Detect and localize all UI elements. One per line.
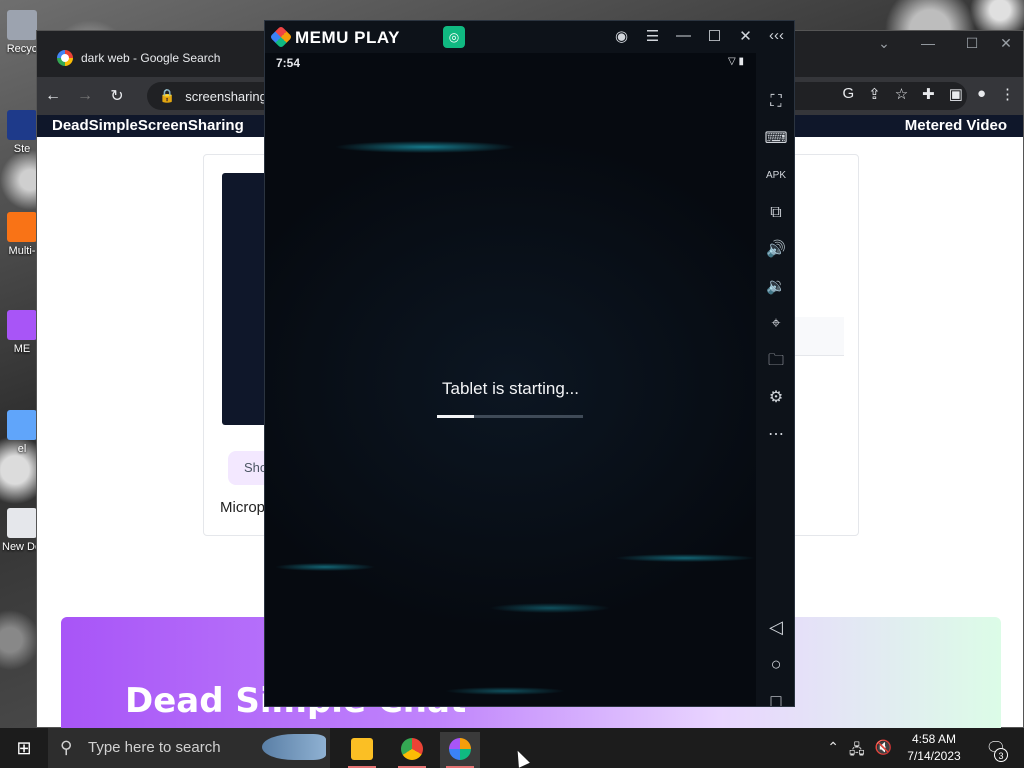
shortcut-icon xyxy=(7,212,37,242)
forward-arrow-icon[interactable]: → xyxy=(69,87,101,105)
google-icon xyxy=(57,50,73,66)
memu-minimize-button[interactable]: — xyxy=(674,27,693,45)
microphone-label: Microp xyxy=(220,499,266,516)
boot-progress-fill xyxy=(437,415,474,418)
volume-down-icon[interactable]: 🔉 xyxy=(756,272,794,302)
notification-count-badge: 3 xyxy=(994,748,1008,762)
chrome-taskbar-button[interactable] xyxy=(392,732,432,768)
taskbar-search-placeholder: Type here to search xyxy=(88,739,221,756)
shortcut-icon xyxy=(7,310,37,340)
chrome-tab-title: dark web - Google Search xyxy=(81,51,221,65)
location-icon[interactable]: ⌖ xyxy=(756,309,794,339)
more-icon[interactable]: ⋯ xyxy=(756,420,794,450)
home-icon[interactable]: ○ xyxy=(756,649,794,679)
extensions-icon[interactable]: ✚ xyxy=(922,85,935,103)
clock-time: 4:58 AM xyxy=(911,732,957,746)
fullscreen-icon[interactable]: ⛶ xyxy=(756,87,794,117)
metered-video-link[interactable]: Metered Video xyxy=(905,117,1007,134)
memu-title-bar: MEMU PLAY ◎ ◉ ☰ — ☐ ✕ ‹‹‹ xyxy=(265,21,794,53)
clock-date: 7/14/2023 xyxy=(907,749,961,763)
file-explorer-taskbar-button[interactable] xyxy=(342,732,382,768)
memu-taskbar-button[interactable] xyxy=(440,732,480,768)
android-screen[interactable]: 7:54 ▽ ▮ Tablet is starting... xyxy=(265,53,756,706)
shortcut-icon xyxy=(7,410,37,440)
search-icon: ⚲ xyxy=(60,738,73,757)
volume-muted-icon[interactable]: 🔇 xyxy=(875,739,892,763)
lock-icon: 🔒 xyxy=(159,88,176,103)
shortcut-icon xyxy=(7,110,37,140)
boot-progress-bar xyxy=(437,415,583,418)
memu-emulator-window: MEMU PLAY ◎ ◉ ☰ — ☐ ✕ ‹‹‹ 7:54 ▽ ▮ Table… xyxy=(264,20,795,707)
boot-message: Tablet is starting... xyxy=(441,379,579,398)
chrome-menu-icon[interactable]: ⋮ xyxy=(1000,85,1015,103)
shortcut-icon xyxy=(7,10,37,40)
url-text: screensharing xyxy=(185,88,267,104)
memu-icon xyxy=(449,738,471,760)
memu-close-button[interactable]: ✕ xyxy=(736,27,755,45)
windows-start-icon[interactable]: ⊞ xyxy=(0,728,48,768)
android-clock: 7:54 xyxy=(276,56,301,70)
chrome-maximize-button[interactable]: ☐ xyxy=(957,35,987,52)
back-icon[interactable]: ◁ xyxy=(756,612,794,642)
apk-icon[interactable]: APK xyxy=(756,161,794,191)
bookmark-star-icon[interactable]: ☆ xyxy=(895,85,908,103)
chevron-up-icon[interactable]: ⌃ xyxy=(827,739,839,763)
memu-logo-icon xyxy=(269,25,293,49)
recents-icon[interactable]: □ xyxy=(756,686,794,706)
chrome-icon xyxy=(401,738,423,760)
account-icon[interactable]: ◉ xyxy=(612,27,631,45)
collapse-sidebar-icon[interactable]: ‹‹‹ xyxy=(767,27,786,45)
wifi-battery-icon: ▽ ▮ xyxy=(728,56,744,67)
network-icon[interactable]: 🖧 xyxy=(849,739,865,763)
memu-maximize-button[interactable]: ☐ xyxy=(705,27,724,45)
profile-icon[interactable]: ● xyxy=(977,85,986,103)
taskbar-clock[interactable]: 4:58 AM 7/14/2023 xyxy=(902,731,966,765)
side-panel-icon[interactable]: ▣ xyxy=(949,85,963,103)
chrome-tab[interactable]: dark web - Google Search xyxy=(49,43,269,73)
chrome-tab-search-icon[interactable]: ⌄ xyxy=(869,35,899,52)
memu-title: MEMU PLAY xyxy=(295,28,400,47)
menu-icon[interactable]: ☰ xyxy=(643,27,662,45)
chrome-minimize-button[interactable]: — xyxy=(913,35,943,51)
whale-shark-image xyxy=(262,734,326,760)
chrome-close-button[interactable]: ✕ xyxy=(991,35,1021,52)
folder-icon xyxy=(351,738,373,760)
back-arrow-icon[interactable]: ← xyxy=(37,87,69,105)
folder-icon[interactable]: 🗀 xyxy=(756,346,794,376)
multi-window-icon[interactable]: ⧉ xyxy=(756,198,794,228)
keyboard-icon[interactable]: ⌨ xyxy=(756,124,794,154)
volume-up-icon[interactable]: 🔊 xyxy=(756,235,794,265)
settings-icon[interactable]: ⚙ xyxy=(756,383,794,413)
google-lens-icon[interactable]: G xyxy=(842,85,854,103)
app-tab-icon[interactable]: ◎ xyxy=(443,26,465,48)
memu-sidebar: ⛶ ⌨ APK ⧉ 🔊 🔉 ⌖ 🗀 ⚙ ⋯ ◁ ○ □ xyxy=(756,53,794,706)
reload-icon[interactable]: ↻ xyxy=(101,86,133,106)
shortcut-icon xyxy=(7,508,37,538)
site-brand[interactable]: DeadSimpleScreenSharing xyxy=(52,117,244,134)
windows-taskbar: ⊞ ⚲ Type here to search ⌃ 🖧 🔇 4:58 AM 7/… xyxy=(0,728,1024,768)
share-icon[interactable]: ⇪ xyxy=(868,85,881,103)
